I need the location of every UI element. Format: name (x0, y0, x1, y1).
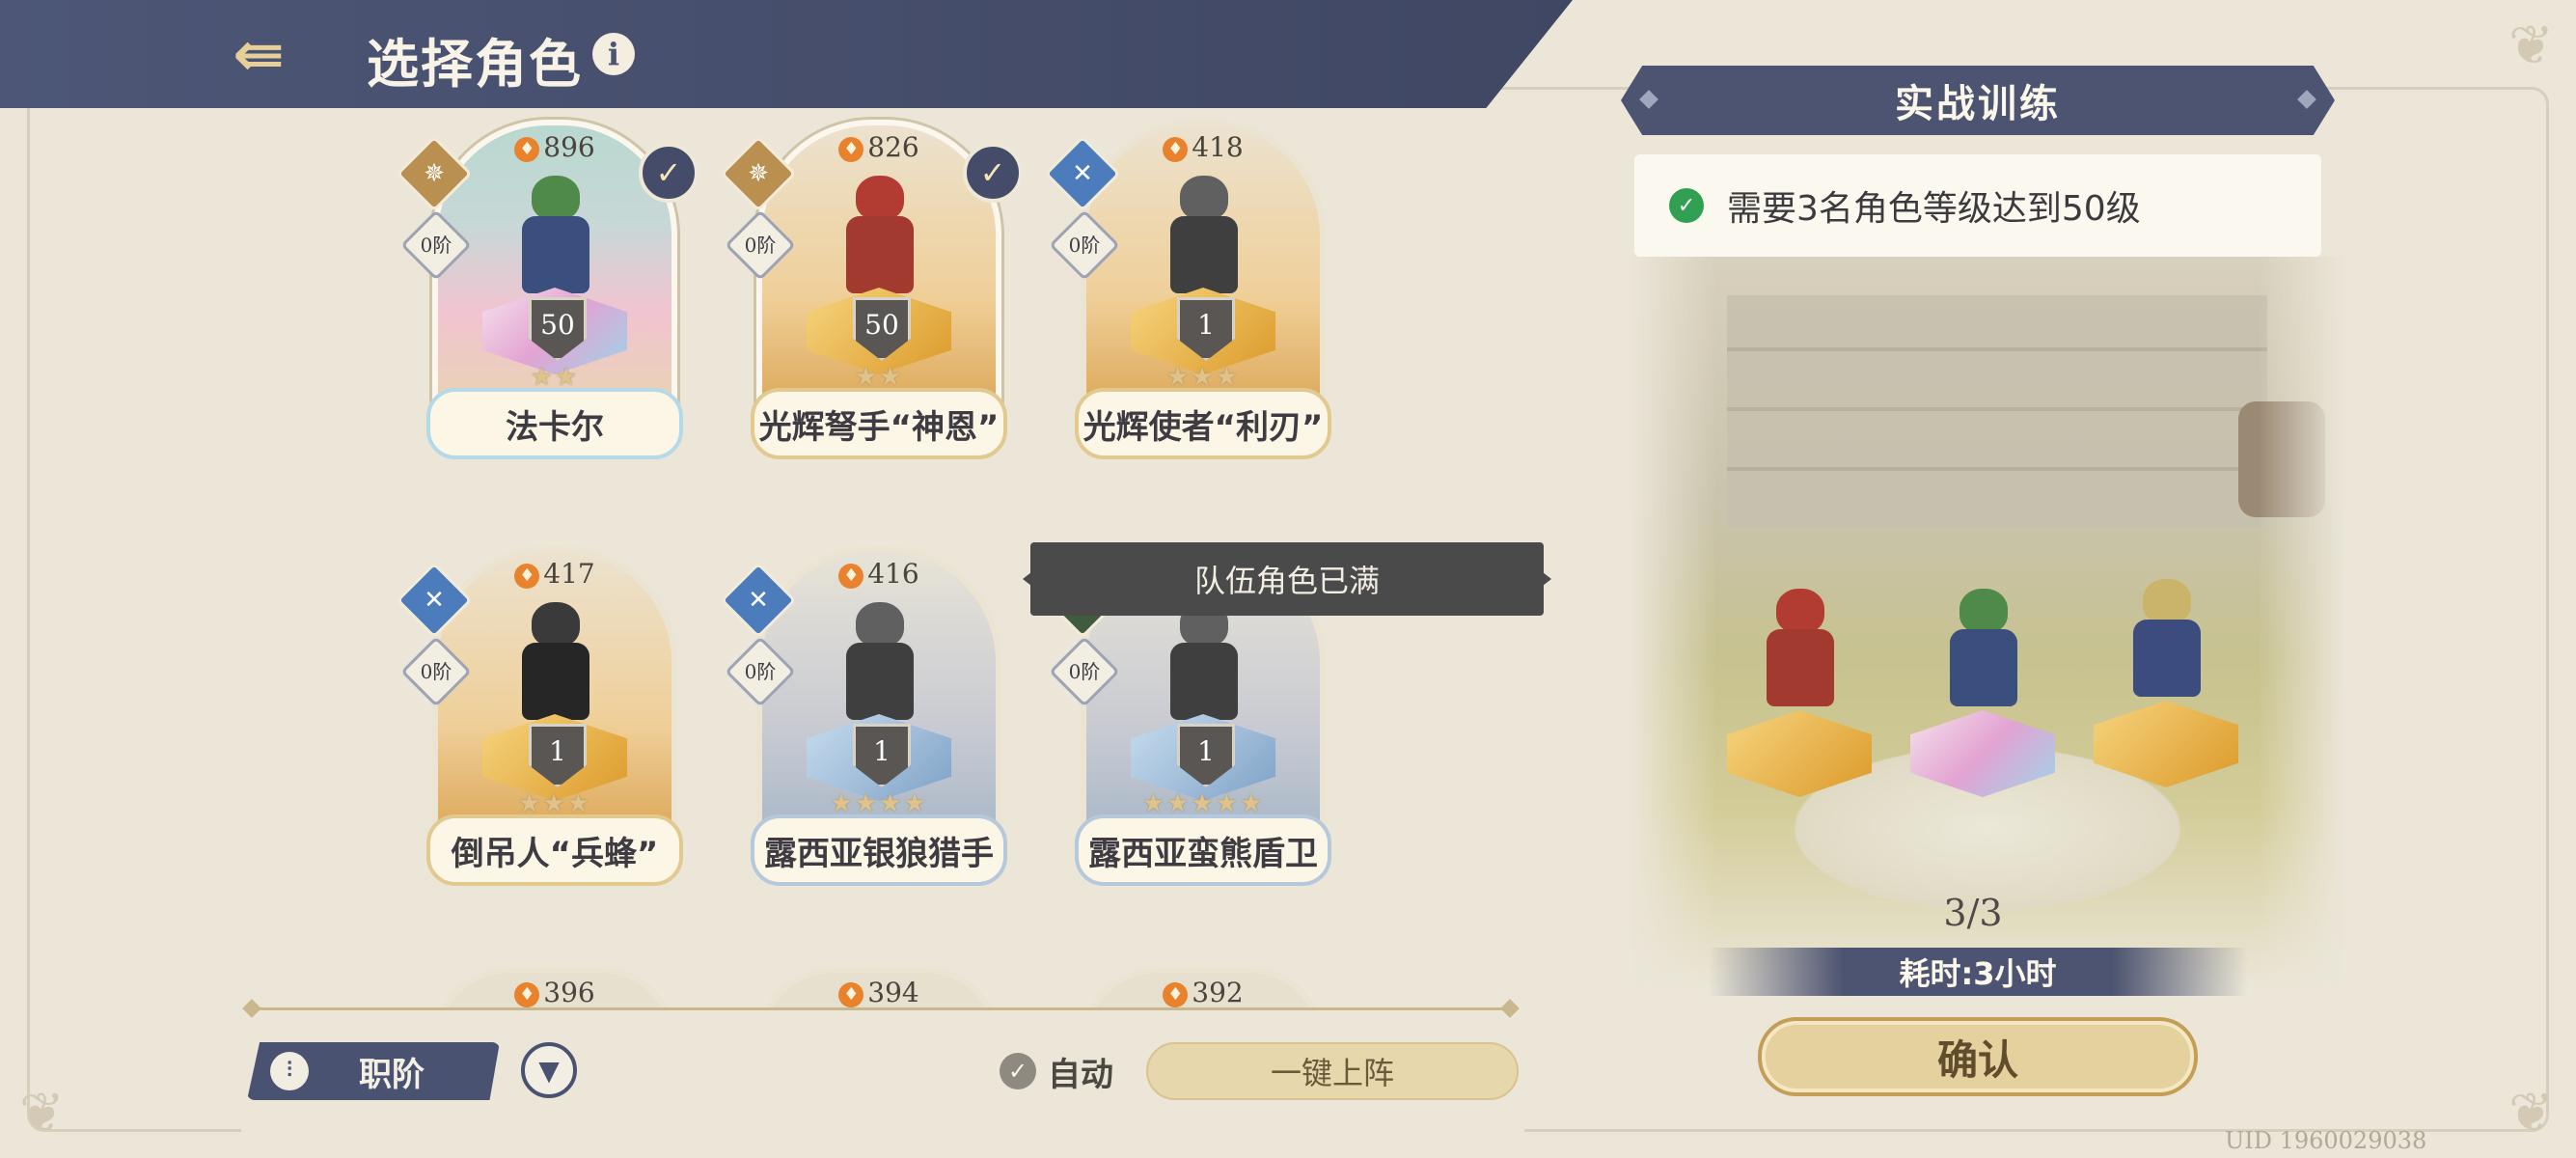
flame-icon: ♦ (514, 564, 540, 589)
flame-icon: ♦ (838, 137, 864, 162)
checkbox-check-icon: ✓ (1000, 1053, 1036, 1089)
character-name: 露西亚蛮熊盾卫 (1075, 814, 1331, 886)
character-card[interactable]: ♦ 896 ✵ 0阶 ✓ 50 ★★ 法卡尔 (396, 114, 699, 481)
character-card[interactable]: ♦ 416 ✕ 0阶 1 ★★★★ 露西亚银狼猎手 (720, 540, 1009, 907)
power-value: ♦ 394 (749, 977, 1009, 1008)
character-card[interactable]: ♦ 826 ✵ 0阶 ✓ 50 ★★ 光辉弩手“神恩” (720, 114, 1023, 481)
power-value: ♦ 416 (749, 558, 1009, 590)
confirm-button[interactable]: 确认 (1758, 1017, 2198, 1096)
flame-icon: ♦ (838, 982, 864, 1007)
corner-ornament-bottom-left: ❦ (19, 1082, 65, 1144)
filter-funnel-icon[interactable]: ▼ (521, 1042, 577, 1098)
corner-ornament-bottom-right: ❦ (2508, 1082, 2554, 1144)
character-name: 倒吊人“兵蜂” (426, 814, 683, 886)
uid-label: UID 1960029038 (2225, 1127, 2427, 1154)
character-name: 露西亚银狼猎手 (751, 814, 1007, 886)
power-value: ♦ 418 (1073, 131, 1333, 163)
info-icon[interactable]: i (592, 33, 635, 75)
auto-checkbox[interactable]: ✓ 自动 (1000, 1050, 1113, 1094)
character-sprite (497, 598, 613, 724)
flame-icon: ♦ (1163, 137, 1189, 162)
corner-ornament-top-right: ❦ (2508, 14, 2554, 77)
panel-title: 实战训练 (1621, 66, 2335, 135)
one-click-deploy-button[interactable]: 一键上阵 (1146, 1042, 1519, 1100)
character-name: 法卡尔 (426, 388, 683, 459)
list-divider (249, 1007, 1513, 1010)
team-full-tooltip: 队伍角色已满 (1030, 542, 1544, 616)
character-sprite (1145, 598, 1261, 724)
flame-icon: ♦ (838, 564, 864, 589)
power-value: ♦ 396 (425, 977, 685, 1008)
character-name: 光辉弩手“神恩” (751, 388, 1007, 459)
training-scene (1631, 257, 2344, 990)
back-arrow-icon[interactable]: ⇚ (222, 19, 295, 91)
character-sprite (1145, 172, 1261, 297)
selected-check-icon: ✓ (639, 143, 699, 203)
class-sort-button[interactable]: ⫶ 职阶 (247, 1042, 500, 1100)
character-card[interactable]: ♦ 418 ✕ 0阶 1 ★★★ 光辉使者“利刃” (1044, 114, 1333, 481)
bar-chart-icon: ⫶ (270, 1052, 309, 1090)
character-sprite (821, 172, 937, 297)
team-member-slot[interactable] (2094, 556, 2238, 797)
power-value: ♦ 392 (1073, 977, 1333, 1008)
requirement-item: ✓ 需要3名角色等级达到50级 (1634, 154, 2321, 257)
check-circle-icon: ✓ (1669, 188, 1704, 223)
flame-icon: ♦ (1163, 982, 1189, 1007)
flame-icon: ♦ (514, 982, 540, 1007)
team-member-slot[interactable] (1727, 565, 1872, 807)
power-value: ♦ 417 (425, 558, 685, 590)
character-card[interactable]: ♦ 417 ✕ 0阶 1 ★★★ 倒吊人“兵蜂” (396, 540, 685, 907)
flame-icon: ♦ (514, 137, 540, 162)
character-sprite (497, 172, 613, 297)
duration-label: 耗时:3小时 (1708, 948, 2248, 996)
page-title: 选择角色 (367, 34, 583, 95)
barrel (2238, 401, 2325, 517)
team-member-slot[interactable] (1910, 565, 2055, 807)
character-name: 光辉使者“利刃” (1075, 388, 1331, 459)
selected-check-icon: ✓ (963, 143, 1023, 203)
character-sprite (821, 598, 937, 724)
team-count: 3/3 (1943, 892, 2003, 934)
